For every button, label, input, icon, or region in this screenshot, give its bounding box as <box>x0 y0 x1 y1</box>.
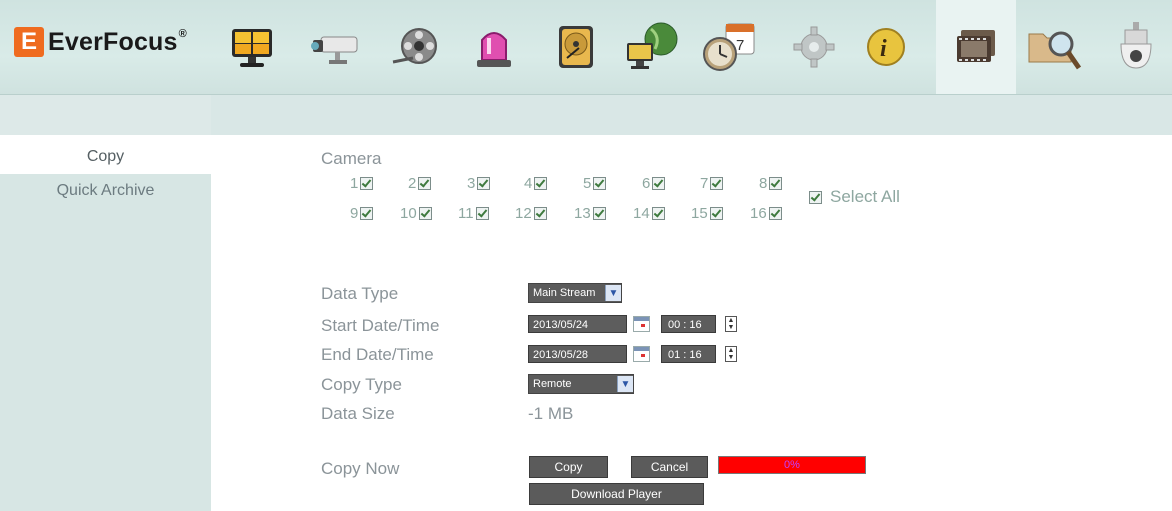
data-type-label: Data Type <box>321 284 399 303</box>
select-all-checkbox[interactable]: Select All <box>809 187 900 207</box>
camera-14-checkbox[interactable]: 14 <box>633 205 665 222</box>
sidebar-item-quick-archive[interactable]: Quick Archive <box>0 174 211 208</box>
logo-text: EverFocus® <box>48 27 187 56</box>
camera-1-checkbox[interactable]: 1 <box>350 175 374 192</box>
end-date-field[interactable]: 2013/05/28 <box>528 345 627 363</box>
top-toolbar: E EverFocus® 7 i <box>0 0 1172 95</box>
camera-label: Camera <box>321 149 382 168</box>
sidebar-item-copy[interactable]: Copy <box>0 140 211 174</box>
camera-12-checkbox[interactable]: 12 <box>515 205 547 222</box>
end-time-spinner[interactable]: ▲ ▼ <box>725 346 737 362</box>
everfocus-logo: E EverFocus® <box>14 22 187 62</box>
data-size-value: -1 MB <box>528 404 574 423</box>
ptz-dome-icon[interactable] <box>1101 0 1171 94</box>
end-calendar-icon[interactable] <box>633 346 650 362</box>
copy-now-label: Copy Now <box>321 459 400 478</box>
camera-3-checkbox[interactable]: 3 <box>467 175 491 192</box>
chevron-down-icon[interactable]: ▼ <box>605 285 621 301</box>
camera-16-checkbox[interactable]: 16 <box>750 205 782 222</box>
data-type-select[interactable]: Main Stream ▼ <box>528 283 622 303</box>
start-date-field[interactable]: 2013/05/24 <box>528 315 627 333</box>
camera-4-checkbox[interactable]: 4 <box>524 175 548 192</box>
end-time-field[interactable]: 01 : 16 <box>661 345 716 363</box>
search-icon[interactable] <box>1018 0 1088 94</box>
hdd-icon[interactable] <box>541 0 611 94</box>
schedule-icon[interactable]: 7 <box>693 0 763 94</box>
start-time-spinner[interactable]: ▲ ▼ <box>725 316 737 332</box>
network-icon[interactable] <box>617 0 687 94</box>
start-calendar-icon[interactable] <box>633 316 650 332</box>
camera-9-checkbox[interactable]: 9 <box>350 205 374 222</box>
camera-5-checkbox[interactable]: 5 <box>583 175 607 192</box>
start-datetime-label: Start Date/Time <box>321 316 440 335</box>
archive-icon[interactable] <box>936 0 1016 94</box>
camera-13-checkbox[interactable]: 13 <box>574 205 606 222</box>
select-all-check-icon[interactable] <box>809 190 822 204</box>
settings-icon[interactable] <box>779 0 849 94</box>
info-icon[interactable]: i <box>851 0 921 94</box>
logo-mark: E <box>14 27 44 57</box>
start-time-field[interactable]: 00 : 16 <box>661 315 716 333</box>
sidebar: Copy Quick Archive <box>0 140 211 511</box>
playback-icon[interactable] <box>381 0 451 94</box>
copy-button[interactable]: Copy <box>529 456 608 478</box>
data-size-label: Data Size <box>321 404 395 423</box>
camera-11-checkbox[interactable]: 11 <box>458 205 489 222</box>
sub-toolbar <box>0 95 1172 135</box>
camera-6-checkbox[interactable]: 6 <box>642 175 666 192</box>
svg-text:7: 7 <box>736 37 744 54</box>
end-datetime-label: End Date/Time <box>321 345 434 364</box>
copy-type-label: Copy Type <box>321 375 402 394</box>
cancel-button[interactable]: Cancel <box>631 456 708 478</box>
camera-10-checkbox[interactable]: 10 <box>400 205 432 222</box>
sub-toolbar-left <box>0 95 211 135</box>
copy-type-select[interactable]: Remote ▼ <box>528 374 634 394</box>
camera-7-checkbox[interactable]: 7 <box>700 175 724 192</box>
camera-2-checkbox[interactable]: 2 <box>408 175 432 192</box>
chevron-down-icon[interactable]: ▼ <box>617 376 633 392</box>
download-player-button[interactable]: Download Player <box>529 483 704 505</box>
camera-8-checkbox[interactable]: 8 <box>759 175 783 192</box>
alarm-icon[interactable] <box>459 0 529 94</box>
camera-15-checkbox[interactable]: 15 <box>691 205 723 222</box>
svg-text:i: i <box>880 36 887 62</box>
camera-icon[interactable] <box>301 0 371 94</box>
copy-progress-bar: 0% <box>718 456 866 474</box>
live-view-icon[interactable] <box>217 0 287 94</box>
